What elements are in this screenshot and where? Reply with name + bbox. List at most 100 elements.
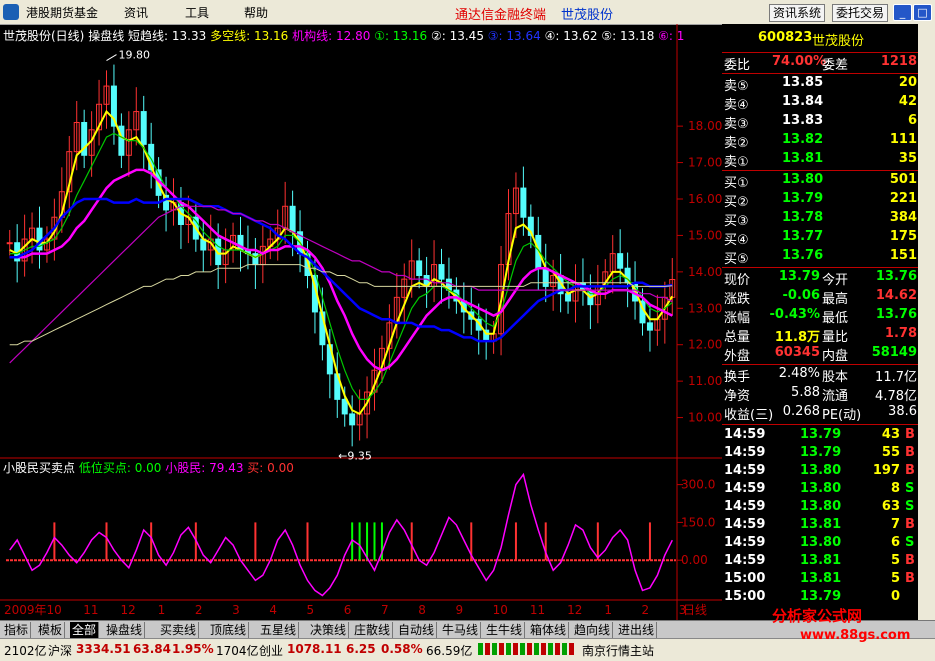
tab-9[interactable]: 自动线 bbox=[396, 622, 438, 638]
stat-label: 最低 bbox=[822, 311, 849, 326]
menu-bar: 港股期货基金 资讯 工具 帮助 通达信金融终端 世茂股份 资讯系统 委托交易 _… bbox=[0, 0, 935, 25]
tick-price: 13.80 bbox=[800, 499, 842, 514]
tab-7[interactable]: 决策线 bbox=[308, 622, 350, 638]
tick-volume: 6 bbox=[890, 535, 900, 550]
order-volume: 35 bbox=[898, 151, 917, 166]
high-marker-label: 19.80 bbox=[119, 49, 151, 62]
status-bar: 2102亿 沪深 3334.51 63.84 1.95% 1704亿 创业 10… bbox=[0, 638, 935, 661]
app-title: 通达信金融终端 bbox=[455, 8, 547, 23]
tick-price: 13.80 bbox=[800, 535, 842, 550]
order-volume: 151 bbox=[889, 248, 917, 263]
ma4-label: ④: 13.62 bbox=[544, 29, 598, 43]
tab-2[interactable]: 全部 bbox=[70, 622, 100, 638]
order-price: 13.78 bbox=[782, 210, 824, 225]
tab-0[interactable]: 指标 bbox=[2, 622, 32, 638]
tick-side: B bbox=[905, 463, 915, 478]
stat-label: PE(动) bbox=[822, 408, 862, 423]
order-volume: 6 bbox=[907, 113, 917, 128]
buy-row: 买⑤ 13.76 151 bbox=[722, 248, 917, 267]
stat-value: 13.76 bbox=[875, 307, 917, 322]
minimize-icon[interactable]: _ bbox=[893, 4, 912, 21]
menu-tools[interactable]: 工具 bbox=[185, 4, 209, 21]
low-buy-label: 低位买点: 0.00 bbox=[78, 461, 162, 475]
tick-time: 15:00 bbox=[724, 571, 766, 586]
weicha-value: 1218 bbox=[880, 54, 917, 69]
maximize-icon[interactable]: □ bbox=[913, 4, 932, 21]
tab-1[interactable]: 模板 bbox=[36, 622, 66, 638]
tick-row: 14:59 13.80 197 B bbox=[722, 463, 917, 481]
tick-side: B bbox=[905, 427, 915, 442]
stat-label: 外盘 bbox=[724, 349, 751, 364]
x-axis-label: 2 bbox=[642, 603, 650, 617]
x-axis-label: 4 bbox=[269, 603, 277, 617]
tab-8[interactable]: 庄散线 bbox=[352, 622, 394, 638]
main-chart-legend: 世茂股份(日线) 操盘线 短趋线: 13.33 多空线: 13.16 机构线: … bbox=[3, 27, 684, 44]
price-tick-label: 15.00 bbox=[688, 228, 722, 242]
tab-11[interactable]: 生牛线 bbox=[484, 622, 526, 638]
stat-value: 0.268 bbox=[782, 404, 820, 419]
divider bbox=[722, 364, 918, 365]
tick-volume: 55 bbox=[881, 445, 900, 460]
kline-chart[interactable]: 18.00 17.00 16.00 15.00 14.00 13.00 12.00 11.00… bbox=[0, 24, 722, 620]
price-tick-label: 17.00 bbox=[688, 156, 722, 170]
stock-name: 世茂股份 bbox=[812, 34, 865, 49]
tab-10[interactable]: 牛马线 bbox=[440, 622, 482, 638]
weibi-value: 74.00% bbox=[772, 54, 827, 69]
tab-3[interactable]: 操盘线 bbox=[104, 622, 146, 638]
tick-row: 15:00 13.81 5 B bbox=[722, 571, 917, 589]
divider bbox=[722, 170, 918, 171]
tab-14[interactable]: 进出线 bbox=[616, 622, 658, 638]
menu-news[interactable]: 资讯 bbox=[124, 4, 148, 21]
cy-change: 6.25 bbox=[346, 642, 376, 656]
tick-time: 14:59 bbox=[724, 445, 766, 460]
x-axis-label: 1 bbox=[604, 603, 612, 617]
vertical-scrollbar[interactable] bbox=[918, 24, 935, 620]
low-marker-label: ←9.35 bbox=[338, 449, 372, 462]
order-price: 13.81 bbox=[782, 151, 824, 166]
menu-help[interactable]: 帮助 bbox=[244, 4, 268, 21]
quote-header: 600823 世茂股份 bbox=[722, 30, 917, 49]
stock-code: 600823 bbox=[758, 30, 813, 45]
price-tick-label: 11.00 bbox=[688, 374, 722, 388]
tab-6[interactable]: 五星线 bbox=[258, 622, 300, 638]
news-system-button[interactable]: 资讯系统 bbox=[769, 4, 826, 22]
tab-13[interactable]: 趋向线 bbox=[572, 622, 614, 638]
x-axis-label: 8 bbox=[418, 603, 426, 617]
tick-price: 13.80 bbox=[800, 463, 842, 478]
tab-5[interactable]: 顶底线 bbox=[208, 622, 250, 638]
buy-row: 买② 13.79 221 bbox=[722, 191, 917, 210]
buy-label: 买: 0.00 bbox=[247, 461, 294, 475]
order-label: 卖① bbox=[724, 155, 749, 170]
stat-label: 内盘 bbox=[822, 349, 849, 364]
stat-label: 现价 bbox=[724, 273, 751, 288]
candle-body bbox=[140, 111, 147, 145]
order-volume: 42 bbox=[898, 94, 917, 109]
tab-4[interactable]: 买卖线 bbox=[158, 622, 200, 638]
server-station[interactable]: 南京行情主站 bbox=[582, 642, 654, 659]
small-investor-label: 小股民: 79.43 bbox=[165, 461, 244, 475]
tick-price: 13.80 bbox=[800, 481, 842, 496]
candle-body bbox=[646, 322, 653, 331]
ma1-label: ①: 13.16 bbox=[374, 29, 428, 43]
order-volume: 501 bbox=[889, 172, 917, 187]
tick-time: 14:59 bbox=[724, 427, 766, 442]
order-price: 13.83 bbox=[782, 113, 824, 128]
stat-label: 涨幅 bbox=[724, 311, 751, 326]
tick-side: S bbox=[905, 535, 915, 550]
order-volume: 20 bbox=[898, 75, 917, 90]
tick-volume: 8 bbox=[890, 481, 900, 496]
order-volume: 384 bbox=[889, 210, 917, 225]
order-volume: 111 bbox=[889, 132, 917, 147]
tick-price: 13.79 bbox=[800, 589, 842, 604]
tick-price: 13.81 bbox=[800, 571, 842, 586]
tab-12[interactable]: 箱体线 bbox=[528, 622, 570, 638]
trade-button[interactable]: 委托交易 bbox=[832, 4, 889, 22]
tick-side: S bbox=[905, 499, 915, 514]
stat-row: 现价 13.79 今开 13.76 bbox=[722, 269, 917, 288]
price-tick-label: 10.00 bbox=[688, 411, 722, 425]
stat-value: 5.88 bbox=[791, 385, 820, 400]
indicator-name: 小股民买卖点 bbox=[3, 461, 76, 475]
stat-value: 60345 bbox=[774, 345, 820, 360]
menu-hk-futures[interactable]: 港股期货基金 bbox=[26, 4, 98, 21]
order-label: 买③ bbox=[724, 214, 749, 229]
